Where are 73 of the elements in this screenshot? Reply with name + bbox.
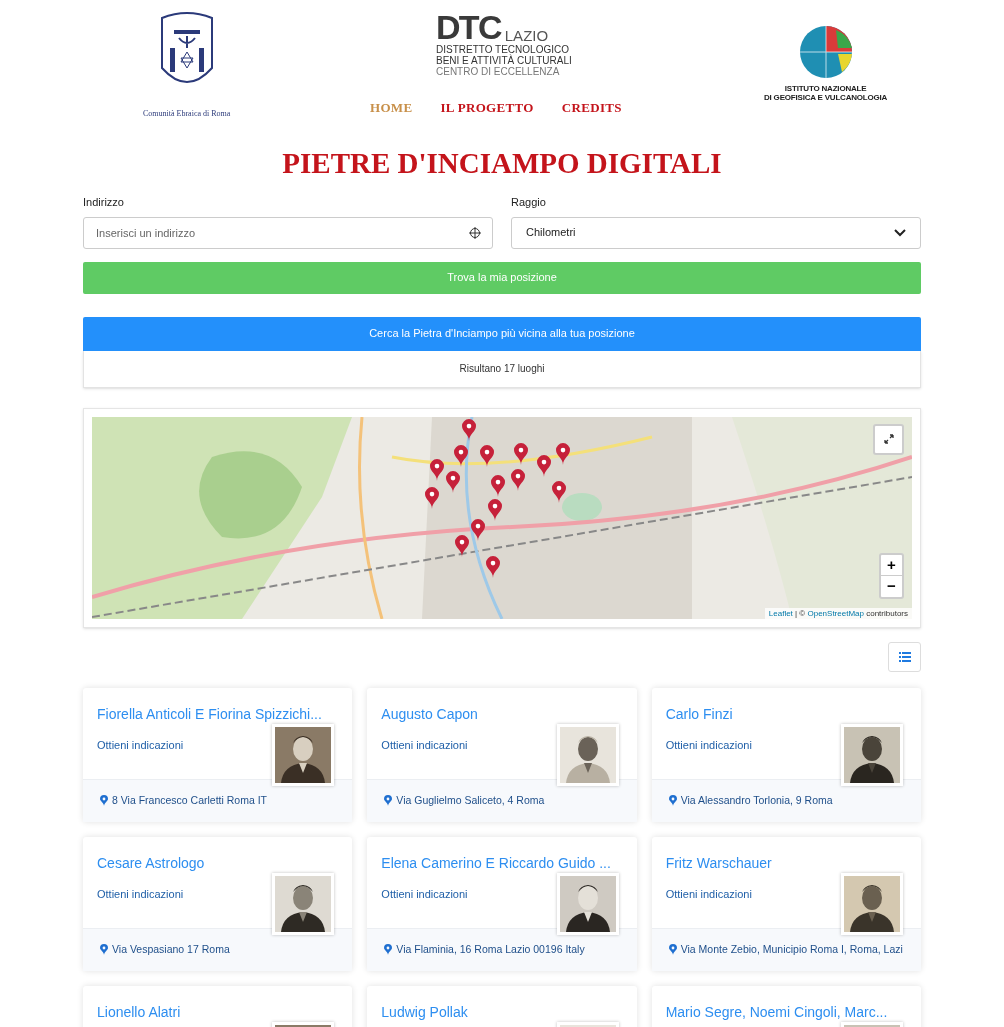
- logo-caption: Comunità Ebraica di Roma: [143, 108, 231, 120]
- field-label: Indirizzo: [83, 195, 125, 210]
- map-marker-icon[interactable]: [455, 534, 469, 557]
- list-icon: [898, 651, 911, 662]
- logo-text: DI GEOFISICA E VULCANOLOGIA: [764, 93, 888, 102]
- directions-link[interactable]: Ottieni indicazioni: [665, 738, 752, 752]
- field-label: Raggio: [511, 195, 547, 210]
- directions-link[interactable]: Ottieni indicazioni: [381, 738, 468, 752]
- directions-link[interactable]: Ottieni indicazioni: [97, 738, 184, 752]
- map-marker-icon[interactable]: [480, 444, 494, 467]
- logo-tagline: DISTRETTO TECNOLOGICO: [436, 44, 570, 55]
- map-marker-icon[interactable]: [471, 518, 485, 541]
- nav-link[interactable]: HOME: [370, 98, 413, 118]
- location-pin-icon: [100, 795, 108, 806]
- place-name-link[interactable]: Cesare Astrologo: [97, 853, 205, 872]
- location-pin-icon: [384, 944, 393, 955]
- nav-link[interactable]: CREDITS: [561, 98, 622, 118]
- place-address: Via Alessandro Torlonia, 9 Roma: [680, 792, 833, 808]
- location-pin-icon: [384, 795, 393, 806]
- map-marker-icon[interactable]: [537, 454, 551, 477]
- place-name-link[interactable]: Ludwig Pollak: [381, 1002, 468, 1021]
- logo-tagline: CENTRO DI ECCELLENZA: [436, 66, 561, 77]
- location-pin-icon: [668, 795, 677, 806]
- location-pin-icon: [100, 944, 108, 955]
- crosshair-icon[interactable]: [469, 226, 481, 239]
- place-name-link[interactable]: Mario Segre, Noemi Cingoli, Marc...: [665, 1002, 888, 1021]
- place-name-link[interactable]: Augusto Capon: [381, 704, 478, 723]
- attribution-link[interactable]: OpenStreetMap: [807, 608, 864, 618]
- zoom-in-button[interactable]: +: [881, 554, 902, 576]
- map-marker-icon[interactable]: [486, 555, 500, 578]
- place-name-link[interactable]: Fritz Warschauer: [665, 853, 772, 872]
- place-address: Via Flaminia, 16 Roma Lazio 00196 Italy: [396, 941, 585, 957]
- logo-region: LAZIO: [504, 28, 549, 44]
- zoom-out-button[interactable]: −: [881, 575, 902, 597]
- map-marker-icon[interactable]: [446, 470, 460, 493]
- nav-link[interactable]: IL PROGETTO: [440, 98, 534, 118]
- logo-tagline: BENI E ATTIVITÀ CULTURALI: [436, 55, 572, 66]
- map-marker-icon[interactable]: [556, 442, 570, 465]
- expand-icon: [883, 434, 894, 444]
- map-marker-icon[interactable]: [425, 486, 439, 509]
- map-marker-icon[interactable]: [491, 474, 505, 497]
- logo-text: ISTITUTO NAZIONALE: [784, 84, 867, 93]
- radius-select[interactable]: Chilometri: [511, 216, 921, 249]
- place-address: Via Guglielmo Saliceto, 4 Roma: [396, 792, 545, 808]
- place-name-link[interactable]: Lionello Alatri: [97, 1002, 181, 1021]
- map-attribution: Leaflet | © OpenStreetMap contributors: [764, 607, 912, 619]
- place-name-link[interactable]: Carlo Finzi: [665, 704, 733, 723]
- map-marker-icon[interactable]: [488, 498, 502, 521]
- page-title: PIETRE D'INCIAMPO DIGITALI: [281, 146, 723, 180]
- map-marker-icon[interactable]: [511, 468, 525, 491]
- nearest-stone-button[interactable]: Cerca la Pietra d'Inciampo più vicina alla tua posizione: [83, 316, 921, 351]
- place-name-link[interactable]: Elena Camerino E Riccardo Guido ...: [381, 853, 611, 872]
- fullscreen-button[interactable]: [873, 423, 904, 455]
- results-count: Risultano 17 luoghi: [459, 362, 545, 376]
- map-marker-icon[interactable]: [462, 418, 476, 441]
- directions-link[interactable]: Ottieni indicazioni: [97, 887, 184, 901]
- place-address: 8 Via Francesco Carletti Roma IT: [112, 792, 268, 808]
- globe-icon: [797, 24, 854, 80]
- list-view-button[interactable]: [888, 641, 921, 672]
- place-name-link[interactable]: Fiorella Anticoli E Fiorina Spizzichi...: [97, 704, 322, 723]
- map-marker-icon[interactable]: [514, 442, 528, 465]
- address-field[interactable]: Inserisci un indirizzo: [83, 216, 493, 249]
- place-address: Via Monte Zebio, Municipio Roma I, Roma, Lazi: [680, 941, 903, 957]
- attribution-link[interactable]: Leaflet: [768, 608, 793, 618]
- logo-wordmark: DTC: [436, 10, 501, 44]
- map-marker-icon[interactable]: [430, 458, 444, 481]
- place-address: Via Vespasiano 17 Roma: [112, 941, 230, 957]
- directions-link[interactable]: Ottieni indicazioni: [665, 887, 752, 901]
- map-marker-icon[interactable]: [454, 444, 468, 467]
- map-marker-icon[interactable]: [552, 480, 566, 503]
- chevron-down-icon: [894, 228, 906, 237]
- directions-link[interactable]: Ottieni indicazioni: [381, 887, 468, 901]
- location-pin-icon: [668, 944, 677, 955]
